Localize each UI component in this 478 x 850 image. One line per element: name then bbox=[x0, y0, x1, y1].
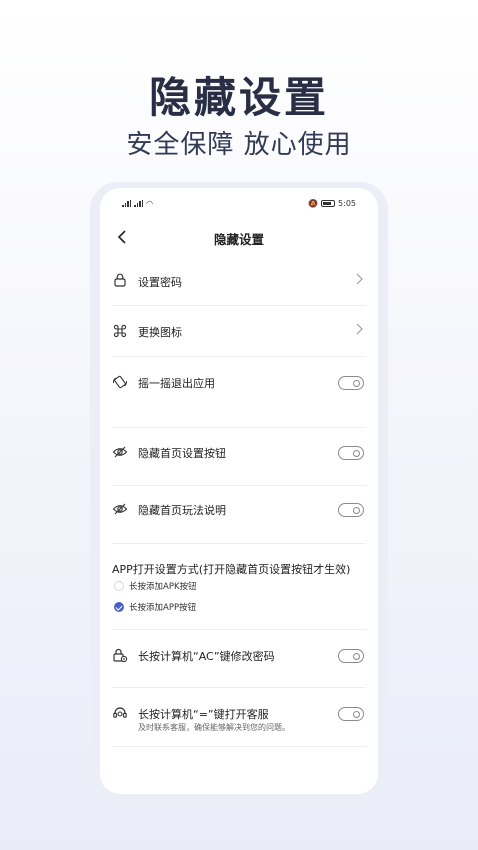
setting-ac-change-password: 长按计算机“AC”键修改密码 bbox=[112, 631, 366, 688]
eye-off-icon bbox=[112, 444, 128, 460]
chevron-right-icon bbox=[354, 273, 364, 285]
radio-option-app[interactable]: 长按添加APP按钮 bbox=[114, 601, 354, 613]
open-method-title: APP打开设置方式(打开隐藏首页设置按钮才生效) bbox=[112, 563, 351, 576]
equals-support-toggle[interactable] bbox=[338, 707, 364, 721]
status-left: ◠ bbox=[122, 199, 153, 208]
setting-label: 摇一摇退出应用 bbox=[138, 377, 215, 390]
status-bar: ◠ 🔕 5:05 bbox=[122, 196, 356, 210]
setting-label: 隐藏首页设置按钮 bbox=[138, 447, 226, 460]
chevron-right-icon bbox=[354, 323, 364, 335]
command-icon bbox=[112, 323, 128, 339]
battery-icon bbox=[321, 199, 336, 207]
status-time: 5:05 bbox=[338, 198, 356, 208]
setting-label: 隐藏首页玩法说明 bbox=[138, 504, 226, 517]
hide-guide-toggle[interactable] bbox=[338, 503, 364, 517]
hide-settings-button-toggle[interactable] bbox=[338, 446, 364, 460]
headset-icon bbox=[112, 705, 128, 721]
status-right: 🔕 5:05 bbox=[308, 199, 356, 208]
setting-shake-exit: 摇一摇退出应用 bbox=[112, 358, 366, 428]
nav-bar: 隐藏设置 bbox=[100, 226, 378, 248]
setting-equals-support: 长按计算机“=”键打开客服 及时联系客服，确保能够解决到您的问题。 bbox=[112, 689, 366, 747]
radio-unchecked bbox=[114, 581, 124, 591]
setting-set-password[interactable]: 设置密码 bbox=[112, 260, 366, 306]
setting-hide-guide: 隐藏首页玩法说明 bbox=[112, 487, 366, 544]
page-title: 隐藏设置 bbox=[213, 232, 264, 247]
eye-off-icon bbox=[112, 501, 128, 517]
ac-change-password-toggle[interactable] bbox=[338, 649, 364, 663]
radio-checked bbox=[114, 602, 124, 612]
section-divider bbox=[112, 620, 366, 630]
hero-title: 隐藏设置 bbox=[148, 73, 329, 122]
hero-subtitle: 安全保障 放心使用 bbox=[126, 130, 352, 160]
setting-label: 设置密码 bbox=[138, 276, 182, 289]
shake-exit-toggle[interactable] bbox=[338, 376, 364, 390]
shake-icon bbox=[112, 374, 128, 390]
radio-label: 长按添加APK按钮 bbox=[129, 582, 197, 592]
setting-change-icon[interactable]: 更换图标 bbox=[112, 307, 366, 357]
wifi-icon: ◠ bbox=[146, 198, 153, 208]
setting-label: 更换图标 bbox=[138, 326, 182, 339]
setting-label: 长按计算机“AC”键修改密码 bbox=[138, 650, 275, 663]
phone-screen: ◠ 🔕 5:05 隐藏设置 设置密码 更换图标 摇一摇退出应用 隐藏首页设置按钮… bbox=[100, 188, 378, 794]
radio-option-apk[interactable]: 长按添加APK按钮 bbox=[114, 580, 354, 592]
setting-description: 及时联系客服，确保能够解决到您的问题。 bbox=[138, 723, 290, 732]
lock-settings-icon bbox=[112, 647, 128, 663]
radio-label: 长按添加APP按钮 bbox=[129, 603, 197, 613]
lock-icon bbox=[112, 272, 128, 288]
mute-icon: 🔕 bbox=[308, 198, 319, 208]
setting-hide-settings-button: 隐藏首页设置按钮 bbox=[112, 429, 366, 486]
setting-label: 长按计算机“=”键打开客服 bbox=[138, 708, 269, 721]
signal-icon bbox=[122, 199, 131, 207]
signal-icon-2 bbox=[134, 199, 143, 207]
